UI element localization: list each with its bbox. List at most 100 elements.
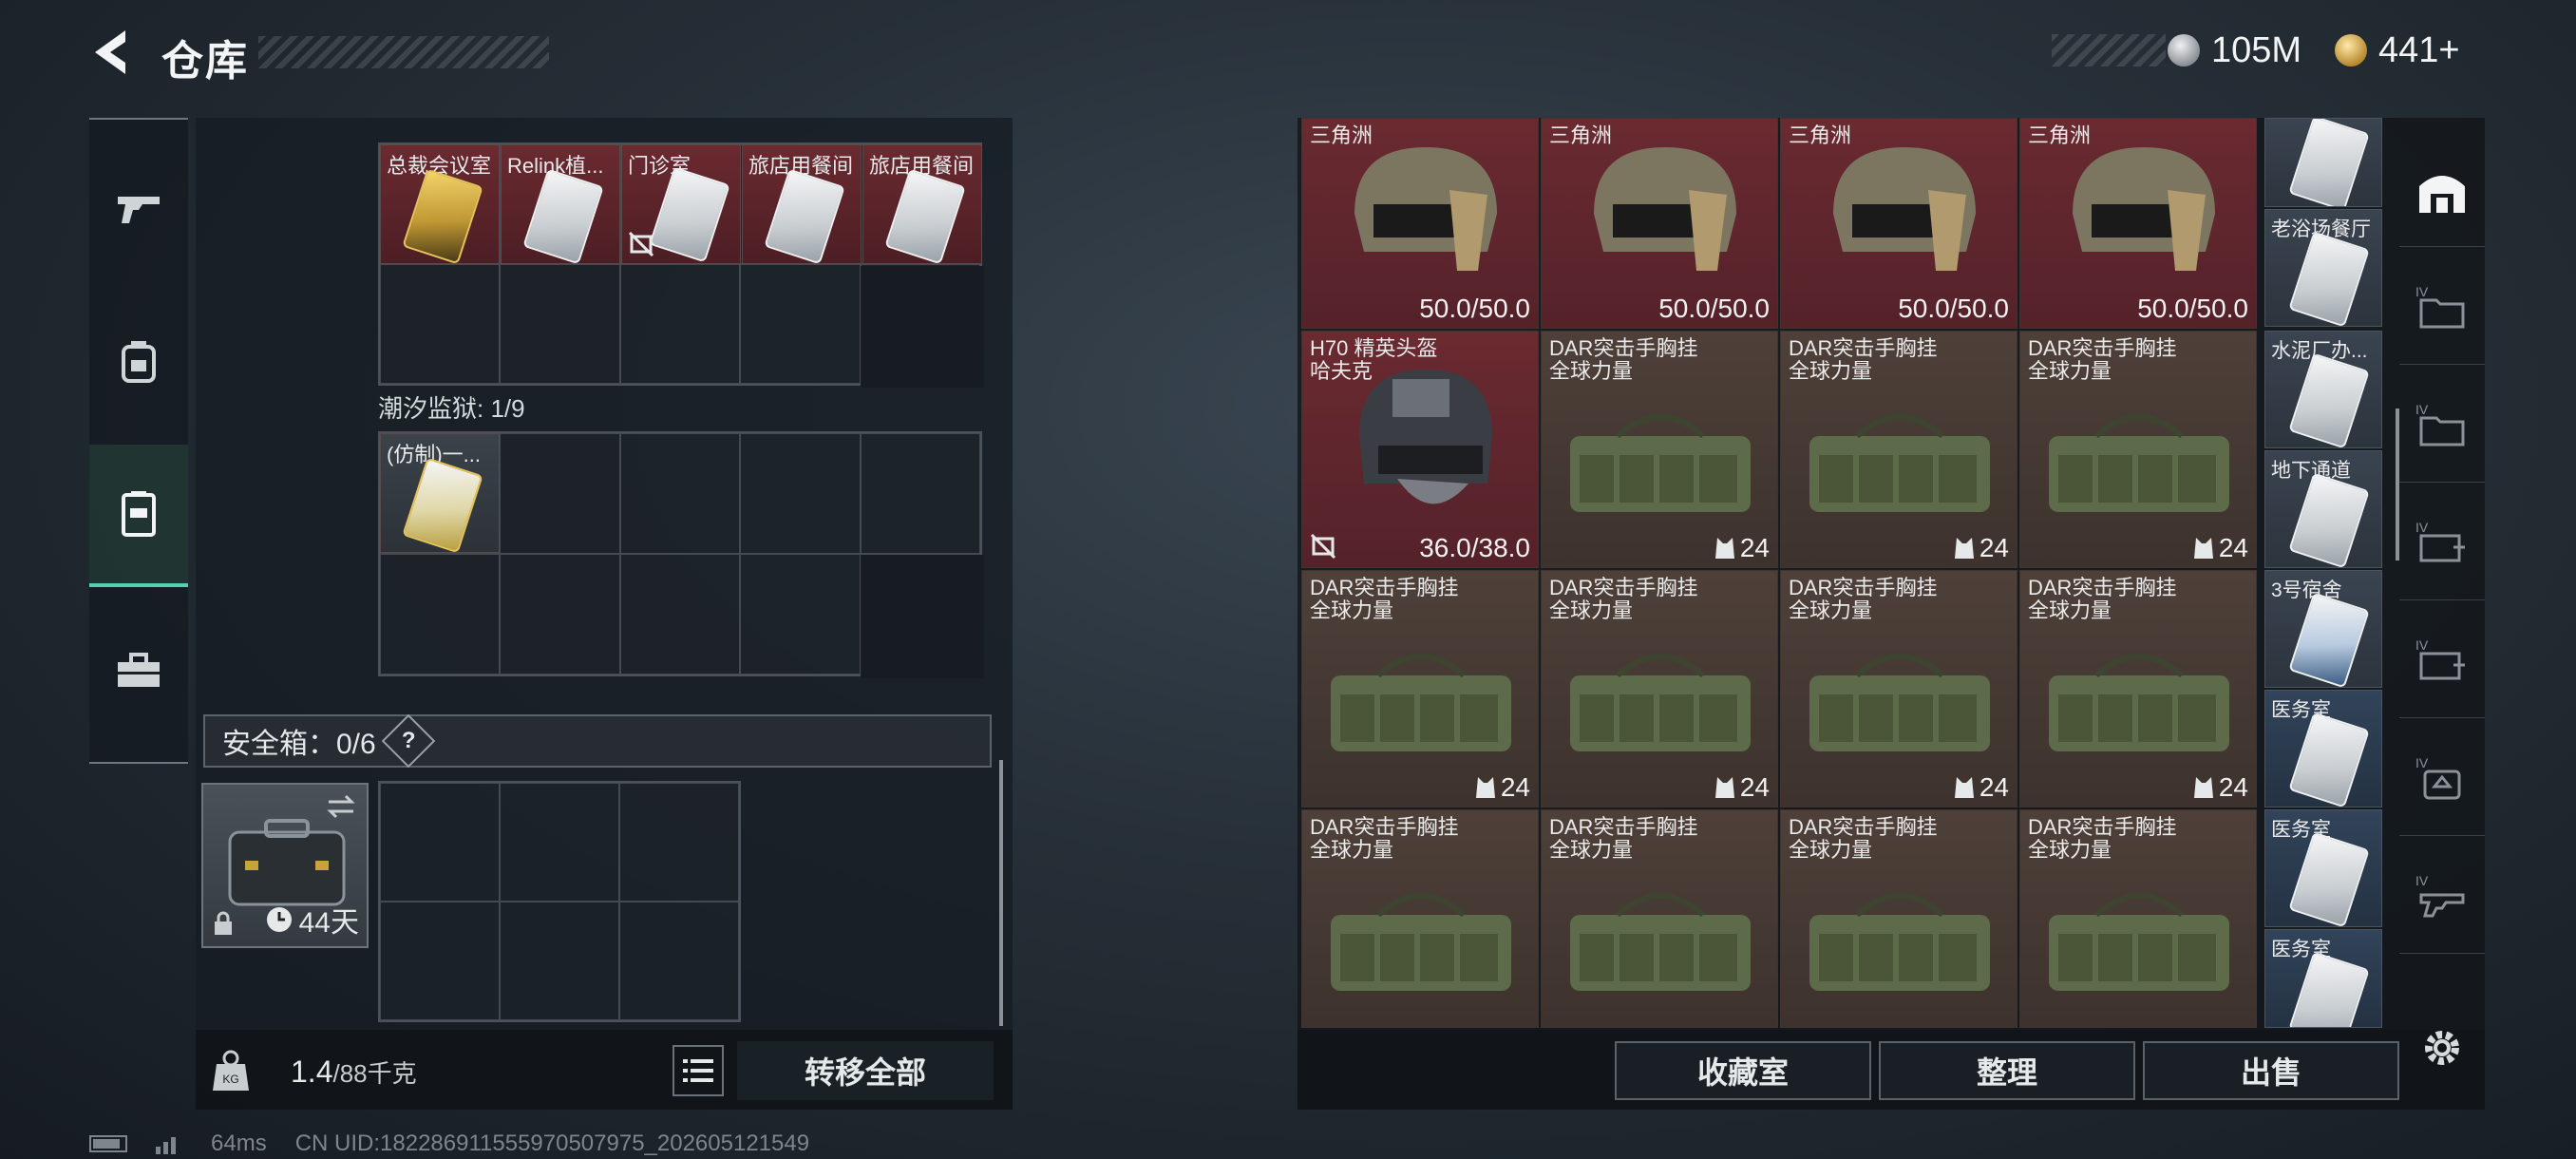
chest-rig-icon — [1809, 414, 1990, 512]
svg-text:KG: KG — [222, 1073, 238, 1086]
grid-cell[interactable] — [380, 902, 500, 1020]
collection-room-button[interactable]: 收藏室 — [1615, 1041, 1871, 1100]
vest-capacity-icon — [1475, 777, 1495, 798]
stash-item-vest[interactable]: DAR突击手胸挂 全球力量 24 — [1780, 331, 2017, 568]
grid-cell[interactable] — [860, 433, 980, 554]
stash-item-keycard[interactable]: 3号宿舍 — [2264, 570, 2382, 688]
battery-icon — [89, 1135, 127, 1152]
grid-cell[interactable] — [619, 554, 741, 674]
tab-stash-weapon[interactable]: IV — [2399, 840, 2485, 954]
back-button[interactable] — [87, 27, 135, 78]
grid-cell[interactable] — [500, 783, 619, 902]
swap-icon[interactable] — [325, 792, 357, 821]
stash-item-helmet[interactable]: 三角洲 50.0/50.0 — [2019, 118, 2257, 329]
nav-toolbox[interactable] — [89, 598, 188, 741]
stash-item-vest[interactable]: DAR突击手胸挂 全球力量 24 — [1301, 570, 1539, 808]
keycard-item[interactable]: (仿制)一... — [380, 433, 500, 553]
stash-item-keycard[interactable] — [2264, 118, 2382, 207]
stash-item-keycard[interactable]: 医务室 — [2264, 929, 2382, 1028]
gun-icon — [118, 197, 160, 223]
grid-cell[interactable] — [740, 433, 861, 554]
safebox-duration: 44天 — [265, 899, 359, 940]
grid-cell[interactable] — [619, 433, 741, 554]
stash-item-keycard[interactable]: 水泥厂办... — [2264, 331, 2382, 448]
no-trade-icon — [1310, 533, 1336, 560]
warehouse-icon — [2419, 175, 2465, 213]
stash-item-helmet[interactable]: 三角洲 50.0/50.0 — [1780, 118, 2017, 329]
nav-vest[interactable] — [89, 445, 188, 587]
grid-cell[interactable] — [619, 783, 739, 902]
keycard-icon — [2288, 352, 2370, 447]
grid-cell[interactable] — [740, 554, 861, 674]
keycard-item[interactable]: 门诊室 — [621, 144, 741, 264]
keycard-item[interactable]: 旅店用餐间 — [742, 144, 862, 264]
stash-item-vest[interactable]: DAR突击手胸挂 全球力量 — [1301, 809, 1539, 1028]
folder-icon: IV — [2415, 285, 2465, 328]
capacity-value: 24 — [1739, 533, 1770, 562]
nav-backpack[interactable] — [89, 291, 188, 433]
lock-icon — [215, 911, 232, 935]
grid-cell[interactable] — [619, 264, 741, 384]
tab-stash-2[interactable]: IV — [2399, 369, 2485, 483]
chest-rig-icon — [1809, 654, 1990, 751]
stash-item-vest[interactable]: DAR突击手胸挂 全球力量 — [1780, 809, 2017, 1028]
grid-cell[interactable] — [380, 264, 501, 384]
currency-silver[interactable]: 105M — [2168, 28, 2301, 72]
tab-stash-backpack[interactable]: IV — [2399, 722, 2485, 836]
gold-coin-icon — [2335, 34, 2367, 66]
tab-all-stash[interactable] — [2399, 133, 2485, 247]
help-button[interactable]: ? — [381, 713, 436, 769]
tab-stash-medical-2[interactable]: IV — [2399, 604, 2485, 718]
stash-item-vest[interactable]: DAR突击手胸挂 全球力量 24 — [1541, 331, 1778, 568]
list-view-button[interactable] — [672, 1045, 724, 1096]
keycard-item[interactable]: 总裁会议室 — [380, 144, 500, 264]
stash-item-vest[interactable]: DAR突击手胸挂 全球力量 24 — [2019, 331, 2257, 568]
svg-text:IV: IV — [2415, 285, 2429, 299]
transfer-all-button[interactable]: 转移全部 — [737, 1041, 994, 1100]
grid-cell[interactable] — [619, 902, 739, 1020]
stash-item-vest[interactable]: DAR突击手胸挂 全球力量 — [2019, 809, 2257, 1028]
tab-stash-1[interactable]: IV — [2399, 251, 2485, 365]
grid-cell[interactable] — [380, 783, 500, 902]
item-title: DAR突击手胸挂 全球力量 — [1789, 577, 1937, 622]
left-scrollbar[interactable] — [999, 760, 1003, 1026]
keycard-item[interactable]: 旅店用餐间 — [862, 144, 982, 264]
grid-cell[interactable] — [380, 554, 501, 674]
stash-item-keycard[interactable]: 医务室 — [2264, 809, 2382, 927]
settings-gear-icon[interactable] — [2418, 1024, 2466, 1072]
sort-button[interactable]: 整理 — [1879, 1041, 2135, 1100]
stash-item-keycard[interactable]: 老浴场餐厅 — [2264, 209, 2382, 327]
stash-item-vest[interactable]: DAR突击手胸挂 全球力量 — [1541, 809, 1778, 1028]
item-title: DAR突击手胸挂 全球力量 — [2028, 577, 2176, 622]
grid-cell[interactable] — [500, 264, 620, 384]
svg-text:IV: IV — [2415, 874, 2429, 888]
stash-item-helmet[interactable]: 三角洲 50.0/50.0 — [1541, 118, 1778, 329]
keycard-item[interactable]: Relink植... — [501, 144, 620, 264]
currency-gold[interactable]: 441+ — [2335, 28, 2460, 72]
capacity-value: 24 — [2218, 772, 2248, 802]
stash-item-vest[interactable]: DAR突击手胸挂 全球力量 24 — [1541, 570, 1778, 808]
grid-cell[interactable] — [740, 264, 861, 384]
safebox-item[interactable]: 44天 — [201, 783, 369, 948]
tab-stash-medical-1[interactable]: IV — [2399, 486, 2485, 600]
weapon-case-icon: IV — [2415, 874, 2465, 917]
stash-item-vest[interactable]: DAR突击手胸挂 全球力量 24 — [2019, 570, 2257, 808]
grid-cell[interactable] — [500, 433, 620, 554]
grid-cell[interactable] — [500, 902, 619, 1020]
safebox-days: 44天 — [298, 907, 359, 939]
currency-stripe-decoration — [2052, 34, 2166, 66]
stash-item-keycard[interactable]: 医务室 — [2264, 690, 2382, 808]
back-arrow-icon — [95, 30, 125, 74]
stash-item-helmet[interactable]: H70 精英头盔 哈夫克 36.0/38.0 — [1301, 331, 1539, 568]
stash-item-helmet[interactable]: 三角洲 50.0/50.0 — [1301, 118, 1539, 329]
nav-weapons[interactable] — [89, 137, 188, 279]
tactical-helmet-icon — [1833, 147, 1976, 271]
chest-rig-icon — [1331, 893, 1511, 991]
item-title: DAR突击手胸挂 全球力量 — [1789, 337, 1937, 383]
item-title: DAR突击手胸挂 全球力量 — [1310, 577, 1458, 622]
stash-item-vest[interactable]: DAR突击手胸挂 全球力量 24 — [1780, 570, 2017, 808]
sell-button[interactable]: 出售 — [2143, 1041, 2399, 1100]
stash-item-keycard[interactable]: 地下通道 — [2264, 450, 2382, 568]
grid-cell[interactable] — [500, 554, 620, 674]
toolbox-icon — [118, 653, 160, 687]
